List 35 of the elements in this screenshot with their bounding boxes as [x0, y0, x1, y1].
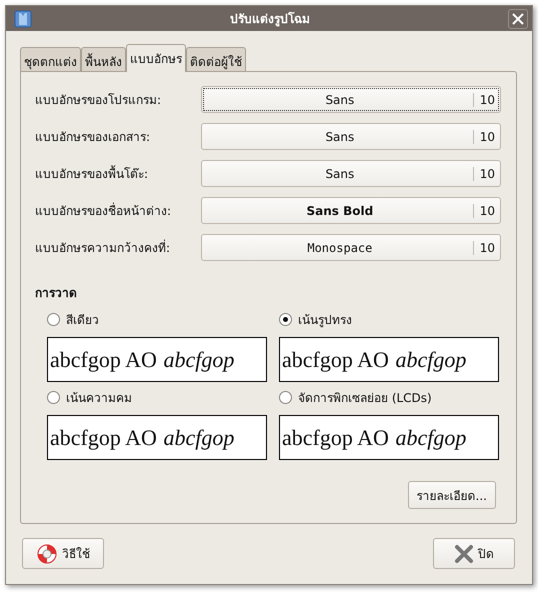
radio-button[interactable] — [47, 391, 60, 404]
font-label: แบบอักษรของชื่อหน้าต่าง: — [35, 202, 172, 220]
font-label: แบบอักษรของเอกสาร: — [35, 129, 150, 146]
close-icon[interactable] — [508, 8, 528, 28]
font-picker-button[interactable]: Sans 10 — [201, 123, 501, 150]
font-picker-button[interactable]: Sans 10 — [201, 160, 501, 187]
font-preview: abcfgop AO abcfgop — [279, 415, 499, 460]
font-label: แบบอักษรของพื้นโต๊ะ: — [35, 164, 148, 183]
window-title: ปรับแต่งรูปโฉม — [229, 10, 311, 28]
lifebuoy-icon — [36, 542, 58, 564]
radio-label[interactable]: เน้นความคม — [66, 388, 132, 407]
radio-label[interactable]: เน้นรูปทรง — [298, 310, 352, 329]
close-button[interactable]: ปิด — [433, 538, 515, 569]
radio-label[interactable]: จัดการพิกเซลย่อย (LCDs) — [298, 388, 432, 407]
help-button[interactable]: วิธีใช้ — [22, 538, 104, 569]
close-icon — [454, 544, 474, 564]
font-picker-button[interactable]: Sans Bold 10 — [201, 197, 501, 224]
radio-label[interactable]: สีเดียว — [66, 310, 99, 329]
font-picker-button[interactable]: Sans 10 — [201, 86, 501, 113]
font-label: แบบอักษรของโปรแกรม: — [35, 92, 162, 109]
font-preview: abcfgop AO abcfgop — [47, 415, 267, 460]
radio-button[interactable] — [279, 391, 292, 404]
details-button[interactable]: รายละเอียด... — [408, 481, 496, 509]
tab[interactable]: ชุดตกแต่ง — [20, 47, 81, 71]
window-icon — [14, 10, 32, 28]
font-label: แบบอักษรความกว้างคงที่: — [35, 238, 170, 257]
radio-button[interactable] — [279, 313, 292, 326]
font-preview: abcfgop AO abcfgop — [279, 337, 499, 382]
tab[interactable]: ติดต่อผู้ใช้ — [186, 47, 246, 71]
tab[interactable]: แบบอักษร — [126, 44, 186, 72]
tab[interactable]: พื้นหลัง — [81, 47, 126, 71]
section-heading: การวาด — [35, 285, 78, 302]
radio-button[interactable] — [47, 313, 60, 326]
font-preview: abcfgop AO abcfgop — [47, 337, 267, 382]
font-picker-button[interactable]: Monospace 10 — [201, 234, 501, 261]
